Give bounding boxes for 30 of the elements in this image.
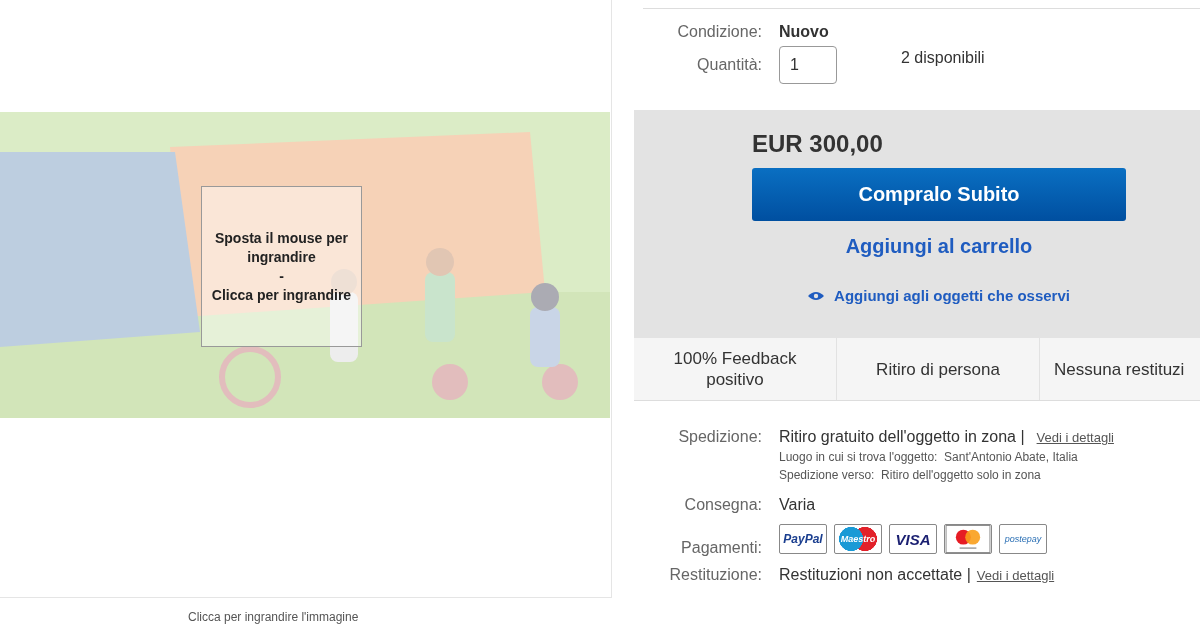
- shipping-detail: Luogo in cui si trova l'oggetto: Sant'Antonio Abate, Italia: [779, 450, 1079, 464]
- card-logo-icon: [944, 524, 992, 554]
- details-link[interactable]: Vedi i dettagli: [1036, 430, 1114, 445]
- image-caption[interactable]: Clicca per ingrandire l'immagine: [188, 610, 612, 624]
- condition-label: Condizione:: [676, 23, 762, 41]
- highlight-cell: 100% Feedback positivo: [634, 338, 837, 400]
- highlight-cell: Ritiro di persona: [837, 338, 1040, 400]
- payment-logo: PayPal: [779, 524, 827, 554]
- quantity-label: Quantità:: [696, 56, 762, 74]
- payments-label: Pagamenti:: [680, 539, 762, 557]
- availability-text: 2 disponibili: [901, 49, 985, 67]
- price: EUR 300,00: [752, 130, 883, 158]
- delivery-value: Varia: [779, 496, 816, 514]
- condition-value: Nuovo: [779, 23, 829, 41]
- quantity-field[interactable]: 1: [779, 46, 837, 84]
- shipping-detail: Spedizione verso: Ritiro dell'oggetto solo in zona: [779, 468, 1042, 482]
- eye-icon: [808, 290, 825, 301]
- shipping-label: Spedizione:: [677, 428, 762, 446]
- returns-value: Restituzioni non accettate |: [779, 566, 971, 584]
- buy-now-button[interactable]: Compralo Subito: [752, 168, 1126, 221]
- zoom-hint[interactable]: Sposta il mouse per ingrandire - Clicca per ingrandire: [201, 186, 362, 347]
- details-link[interactable]: Vedi i dettagli: [976, 567, 1055, 583]
- watch-link[interactable]: Aggiungi agli oggetti che osservi: [834, 287, 1070, 304]
- add-to-cart-link[interactable]: Aggiungi al carrello: [845, 235, 1033, 258]
- delivery-label: Consegna:: [683, 496, 762, 514]
- payment-logo: postepay: [999, 524, 1047, 554]
- shipping-value: Ritiro gratuito dell'oggetto in zona |: [779, 428, 1025, 446]
- returns-label: Restituzione:: [668, 566, 762, 584]
- highlight-cell-text: Nessuna restituzi: [1053, 358, 1186, 381]
- payment-logo: VISA: [889, 524, 937, 554]
